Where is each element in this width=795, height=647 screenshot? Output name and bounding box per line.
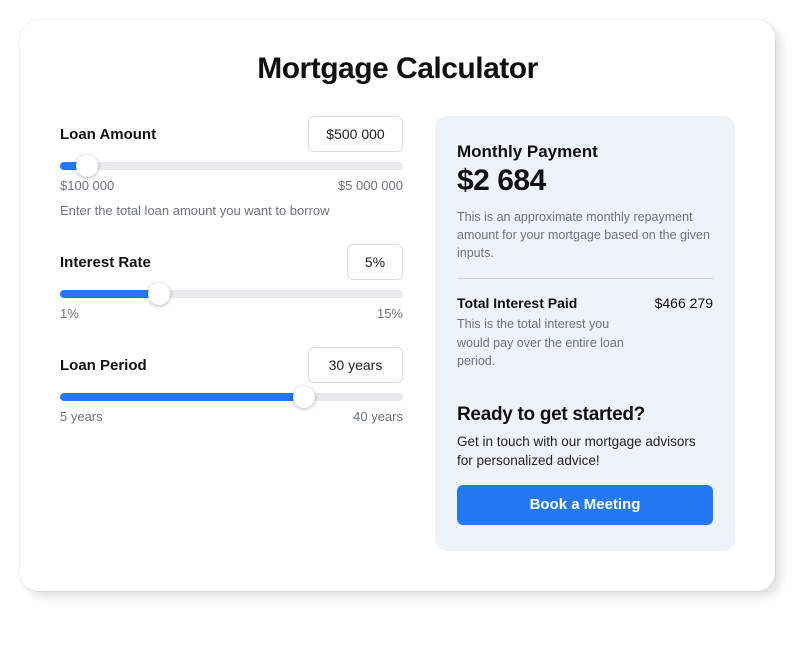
loan-period-label: Loan Period	[60, 357, 147, 374]
monthly-payment-value: $2 684	[457, 164, 713, 198]
monthly-payment-desc: This is an approximate monthly repayment…	[457, 208, 713, 262]
field-header: Interest Rate	[60, 244, 403, 280]
loan-amount-label: Loan Amount	[60, 126, 156, 143]
slider-thumb[interactable]	[76, 155, 98, 177]
loan-amount-min: $100 000	[60, 178, 114, 193]
total-interest-value: $466 279	[655, 295, 713, 311]
interest-rate-max: 15%	[377, 306, 403, 321]
divider	[457, 278, 713, 279]
results-panel: Monthly Payment $2 684 This is an approx…	[435, 116, 735, 551]
total-interest-desc: This is the total interest you would pay…	[457, 315, 627, 369]
monthly-payment-label: Monthly Payment	[457, 142, 713, 162]
loan-period-slider[interactable]	[60, 393, 403, 401]
field-header: Loan Amount	[60, 116, 403, 152]
interest-rate-slider[interactable]	[60, 290, 403, 298]
loan-amount-input[interactable]	[308, 116, 403, 152]
loan-period-max: 40 years	[353, 409, 403, 424]
book-meeting-button[interactable]: Book a Meeting	[457, 485, 713, 525]
interest-rate-field: Interest Rate 1% 15%	[60, 244, 403, 321]
loan-period-field: Loan Period 5 years 40 years	[60, 347, 403, 424]
slider-fill	[60, 393, 304, 401]
total-interest-row: Total Interest Paid $466 279	[457, 295, 713, 311]
loan-amount-slider[interactable]	[60, 162, 403, 170]
interest-rate-min: 1%	[60, 306, 79, 321]
loan-period-min: 5 years	[60, 409, 103, 424]
slider-range: $100 000 $5 000 000	[60, 178, 403, 193]
interest-rate-label: Interest Rate	[60, 254, 151, 271]
slider-range: 1% 15%	[60, 306, 403, 321]
inputs-column: Loan Amount $100 000 $5 000 000 Enter th…	[60, 116, 403, 551]
loan-amount-max: $5 000 000	[338, 178, 403, 193]
loan-amount-helper: Enter the total loan amount you want to …	[60, 203, 403, 218]
total-interest-label: Total Interest Paid	[457, 295, 577, 311]
slider-fill	[60, 290, 159, 298]
page-title: Mortgage Calculator	[60, 52, 735, 86]
content-row: Loan Amount $100 000 $5 000 000 Enter th…	[60, 116, 735, 551]
mortgage-calculator-card: Mortgage Calculator Loan Amount $100 000…	[20, 20, 775, 591]
field-header: Loan Period	[60, 347, 403, 383]
cta-text: Get in touch with our mortgage advisors …	[457, 432, 713, 471]
loan-period-input[interactable]	[308, 347, 403, 383]
slider-range: 5 years 40 years	[60, 409, 403, 424]
loan-amount-field: Loan Amount $100 000 $5 000 000 Enter th…	[60, 116, 403, 218]
slider-thumb[interactable]	[293, 386, 315, 408]
cta-heading: Ready to get started?	[457, 404, 713, 426]
slider-thumb[interactable]	[148, 283, 170, 305]
interest-rate-input[interactable]	[347, 244, 403, 280]
